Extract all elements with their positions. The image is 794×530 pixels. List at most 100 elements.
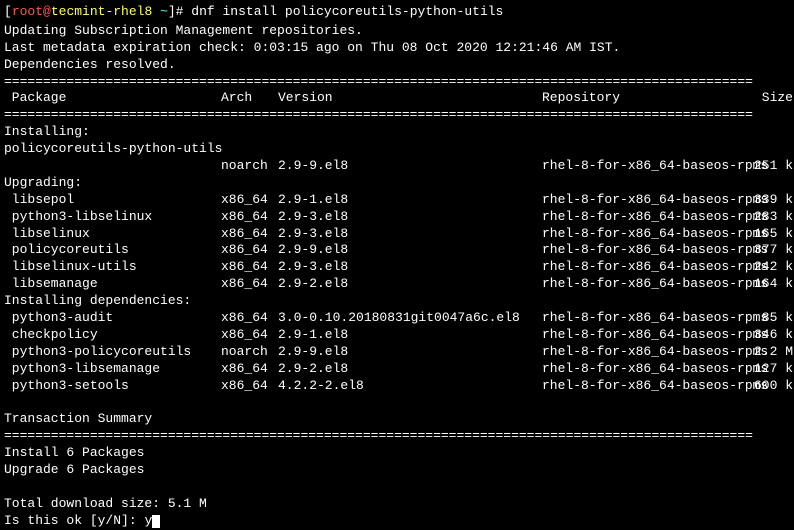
cell-version: 2.9-3.el8 [278,259,542,276]
cell-package: python3-policycoreutils [4,344,221,361]
cell-package [4,158,221,175]
prompt-at: @ [43,4,51,19]
cell-arch: x86_64 [221,310,278,327]
output-line: Dependencies resolved. [4,57,790,74]
cell-repo: rhel-8-for-x86_64-baseos-rpms [542,158,751,175]
cell-arch: x86_64 [221,192,278,209]
table-row: python3-libselinuxx86_642.9-3.el8rhel-8-… [4,209,790,226]
table-row: python3-libsemanagex86_642.9-2.el8rhel-8… [4,361,790,378]
confirm-prompt[interactable]: Is this ok [y/N]: y [4,513,790,530]
cell-package: libselinux [4,226,221,243]
cell-version: 2.9-3.el8 [278,209,542,226]
cell-arch: noarch [221,344,278,361]
cell-version: 2.9-2.el8 [278,361,542,378]
table-row: policycoreutilsx86_642.9-9.el8rhel-8-for… [4,242,790,259]
cell-version: 3.0-0.10.20180831git0047a6c.el8 [278,310,542,327]
table-row: libsemanagex86_642.9-2.el8rhel-8-for-x86… [4,276,790,293]
cell-size: 600 k [751,378,793,395]
section-installing: Installing: [4,124,790,141]
cell-repo: rhel-8-for-x86_64-baseos-rpms [542,242,751,259]
cell-size: 283 k [751,209,793,226]
cell-size: 85 k [751,310,793,327]
shell-prompt[interactable]: [root@tecmint-rhel8 ~]# dnf install poli… [4,4,790,21]
table-row: libselinux-utilsx86_642.9-3.el8rhel-8-fo… [4,259,790,276]
table-header: Package Arch Version Repository Size [4,90,790,107]
cell-package: python3-libsemanage [4,361,221,378]
header-version: Version [278,90,542,107]
transaction-summary-title: Transaction Summary [4,411,790,428]
cell-version: 2.9-3.el8 [278,226,542,243]
section-installing-deps: Installing dependencies: [4,293,790,310]
cell-arch: x86_64 [221,259,278,276]
cell-arch: x86_64 [221,327,278,344]
cell-arch: x86_64 [221,226,278,243]
header-arch: Arch [221,90,278,107]
table-row: python3-policycoreutilsnoarch2.9-9.el8rh… [4,344,790,361]
cell-repo: rhel-8-for-x86_64-baseos-rpms [542,209,751,226]
bracket-open: [ [4,4,12,19]
output-line: Updating Subscription Management reposit… [4,23,790,40]
cell-version: 2.9-1.el8 [278,327,542,344]
cell-version: 2.9-9.el8 [278,158,542,175]
prompt-host: tecmint-rhel8 [51,4,152,19]
summary-install: Install 6 Packages [4,445,790,462]
cell-repo: rhel-8-for-x86_64-baseos-rpms [542,192,751,209]
cell-package: checkpolicy [4,327,221,344]
cell-size: 127 k [751,361,793,378]
divider-line: ========================================… [4,107,790,124]
cell-size: 2.2 M [751,344,793,361]
cell-size: 346 k [751,327,793,344]
table-row: libsepolx86_642.9-1.el8rhel-8-for-x86_64… [4,192,790,209]
confirm-label: Is this ok [y/N]: [4,513,144,528]
header-size: Size [751,90,793,107]
cell-repo: rhel-8-for-x86_64-baseos-rpms [542,361,751,378]
cell-arch: x86_64 [221,209,278,226]
header-repository: Repository [542,90,751,107]
cell-size: 164 k [751,276,793,293]
summary-download: Total download size: 5.1 M [4,496,790,513]
table-row: python3-auditx86_643.0-0.10.20180831git0… [4,310,790,327]
cell-arch: x86_64 [221,276,278,293]
cell-arch: noarch [221,158,278,175]
cell-version: 2.9-9.el8 [278,242,542,259]
cell-repo: rhel-8-for-x86_64-baseos-rpms [542,378,751,395]
prompt-user: root [12,4,43,19]
section-upgrading: Upgrading: [4,175,790,192]
cell-size: 339 k [751,192,793,209]
table-row: checkpolicyx86_642.9-1.el8rhel-8-for-x86… [4,327,790,344]
cell-package: python3-audit [4,310,221,327]
cell-repo: rhel-8-for-x86_64-baseos-rpms [542,327,751,344]
cell-repo: rhel-8-for-x86_64-baseos-rpms [542,310,751,327]
cell-package: python3-setools [4,378,221,395]
divider-line: ========================================… [4,74,790,91]
cell-version: 2.9-9.el8 [278,344,542,361]
cell-arch: x86_64 [221,361,278,378]
cell-repo: rhel-8-for-x86_64-baseos-rpms [542,259,751,276]
cell-repo: rhel-8-for-x86_64-baseos-rpms [542,276,751,293]
confirm-input[interactable]: y [144,513,152,528]
table-row: noarch 2.9-9.el8 rhel-8-for-x86_64-baseo… [4,158,790,175]
cell-repo: rhel-8-for-x86_64-baseos-rpms [542,226,751,243]
cell-arch: x86_64 [221,378,278,395]
prompt-hash: ]# [168,4,184,19]
cell-version: 2.9-2.el8 [278,276,542,293]
cursor-icon [152,515,160,528]
cell-package: python3-libselinux [4,209,221,226]
cell-package: libselinux-utils [4,259,221,276]
package-name-line: policycoreutils-python-utils [4,141,790,158]
cell-size: 377 k [751,242,793,259]
cell-arch: x86_64 [221,242,278,259]
cell-size: 251 k [751,158,793,175]
cell-package: libsemanage [4,276,221,293]
prompt-tilde: ~ [152,4,168,19]
cell-size: 242 k [751,259,793,276]
summary-upgrade: Upgrade 6 Packages [4,462,790,479]
divider-line: ========================================… [4,428,790,445]
cell-package: libsepol [4,192,221,209]
table-row: python3-setoolsx86_644.2.2-2.el8rhel-8-f… [4,378,790,395]
cell-package: policycoreutils [4,242,221,259]
header-package: Package [4,90,221,107]
output-line: Last metadata expiration check: 0:03:15 … [4,40,790,57]
cell-version: 4.2.2-2.el8 [278,378,542,395]
cell-size: 165 k [751,226,793,243]
